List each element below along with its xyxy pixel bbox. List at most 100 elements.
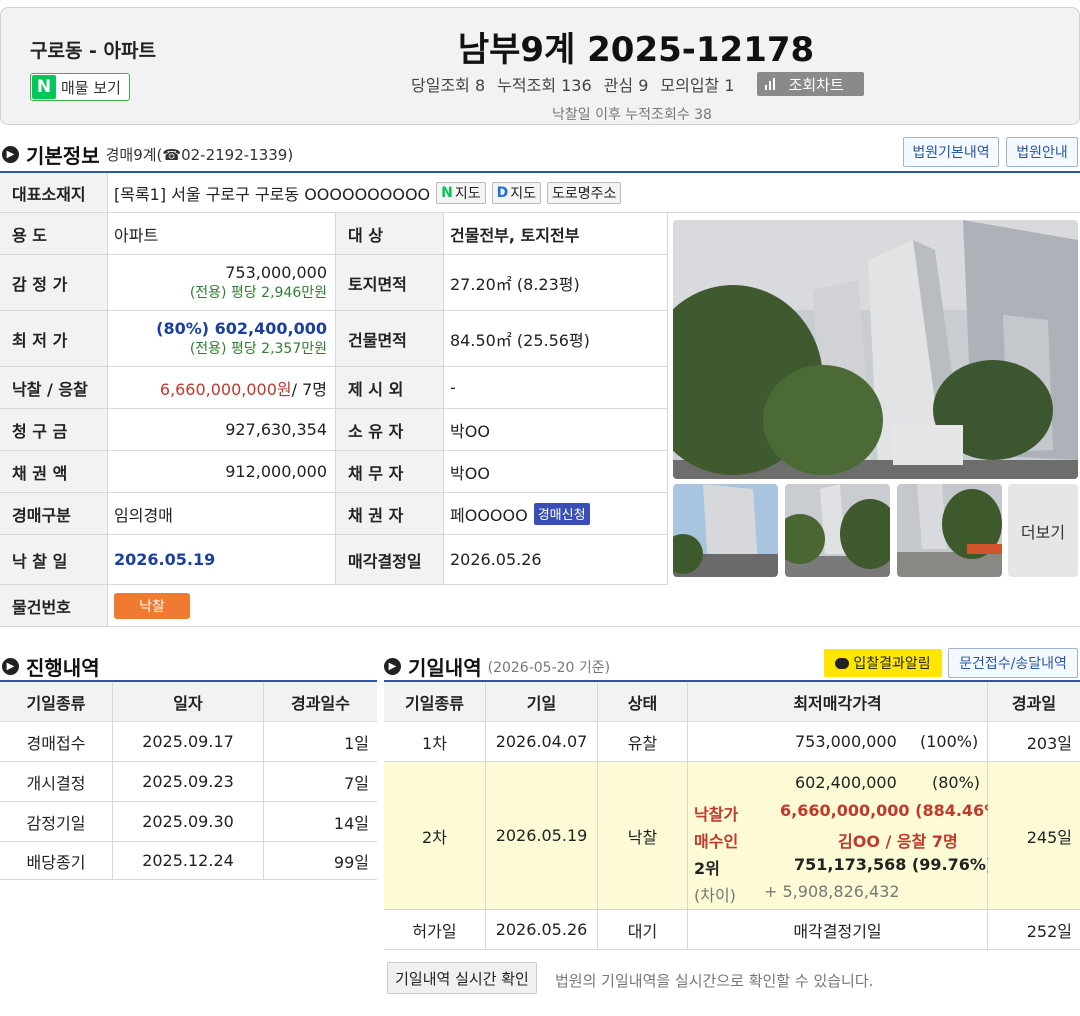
progress-row-4-days: 99일 [264,842,377,880]
realtime-dates-note: 법원의 기일내역을 실시간으로 확인할 수 있습니다. [555,972,874,990]
case-title: 남부9계 2025-12178 [457,30,815,70]
daum-map-button[interactable]: D 지도 [491,181,542,204]
property-thumb-1[interactable] [673,484,778,577]
naver-icon: N [32,75,56,99]
dates-header-date: 기일 [486,682,598,722]
second-place-label: 2위 [694,859,720,878]
docs-delivery-button[interactable]: 문건접수/송달내역 [948,648,1078,678]
dates-header-round: 기일종류 [384,682,486,722]
winning-cell: 6,660,000,000원 / 7명 [108,367,336,409]
dates-header-price: 최저매각가격 [688,682,988,722]
main-property-photo[interactable] [673,220,1078,479]
daum-map-label: 지도 [510,185,537,202]
property-thumb-2[interactable] [785,484,890,577]
basic-info-heading: ▶ 기본정보 경매9계(☎02-2192-1339) [2,140,293,169]
naver-map-button[interactable]: N 지도 [436,181,486,204]
total-views: 누적조회 136 [497,76,592,95]
bid-result-alert-button[interactable]: 입찰결과알림 [824,649,942,677]
auction-type-label: 경매구분 [0,493,108,535]
daum-map-icon: D [496,184,509,201]
basic-info-title: 기본정보 [26,144,100,168]
naver-listing-button[interactable]: N 매물 보기 [30,73,130,101]
bar-chart-icon [764,78,777,90]
auction-type-value: 임의경매 [108,493,336,535]
court-dept: 경매9계(☎02-2192-1339) [105,146,294,164]
progress-row-3-days: 14일 [264,802,377,842]
naver-map-icon: N [441,184,453,201]
dates-row-2-date: 2026.05.19 [486,762,598,910]
appraisal-label: 감 정 가 [0,255,108,311]
dates-title: 기일내역 [408,656,482,680]
debtor-label: 채 무 자 [336,451,444,493]
progress-row-2-days: 7일 [264,762,377,802]
dates-row-1-round: 1차 [384,722,486,762]
view-chart-label: 조회차트 [788,75,844,94]
more-photos-button[interactable]: 더보기 [1008,484,1078,577]
min-price-per-pyeong: (전용) 평당 2,357만원 [189,341,327,357]
debtor-value: 박OO [444,451,668,493]
dates-heading: ▶ 기일내역 (2026-05-20 기준) [384,652,610,681]
naver-listing-label: 매물 보기 [61,78,121,97]
dates-header-status: 상태 [598,682,688,722]
excluded-label: 제 시 외 [336,367,444,409]
dates-row-2-round: 2차 [384,762,486,910]
dates-header-days: 경과일 [988,682,1080,722]
second-place-value: 751,173,568 (99.76%) [794,855,994,874]
dates-row-1-date: 2026.04.07 [486,722,598,762]
difference-value: + 5,908,826,432 [764,882,900,901]
difference-label: (차이) [694,886,736,905]
realtime-dates-button[interactable]: 기일내역 실시간 확인 [387,962,537,994]
dates-row-2-status: 낙찰 [598,762,688,910]
creditor-value: 페OOOOO [450,505,528,525]
winning-bid-value: 6,660,000,000 (884.46%) [780,801,1008,820]
interest-count: 관심 9 [603,76,649,95]
speech-bubble-icon [835,657,850,669]
appraisal-per-pyeong: (전용) 평당 2,946만원 [189,285,327,301]
mock-bid-count: 모의입찰 1 [660,76,735,95]
bullet-arrow-icon: ▶ [2,658,19,675]
address-row: [목록1] 서울 구로구 구로동 OOOOOOOOOO N 지도 D 지도 도로명주… [108,173,1080,213]
item-status-button[interactable]: 낙찰 [114,592,190,619]
progress-row-1-date: 2025.09.17 [113,722,264,762]
land-area-label: 토지면적 [336,255,444,311]
decision-date-label: 매각결정일 [336,535,444,585]
progress-row-1-days: 1일 [264,722,377,762]
appraisal-value: 753,000,000 [225,263,327,282]
appraisal-cell: 753,000,000 (전용) 평당 2,946만원 [108,255,336,311]
creditor-label: 채 권 자 [336,493,444,535]
thumb-2-image [785,484,890,577]
item-no-cell: 낙찰 [108,585,1080,627]
progress-header-date: 일자 [113,682,264,722]
progress-header-type: 기일종류 [0,682,113,722]
min-price-cell: (80%) 602,400,000 (전용) 평당 2,357만원 [108,311,336,367]
address-label: 대표소재지 [0,173,108,213]
owner-label: 소 유 자 [336,409,444,451]
progress-heading: ▶ 진행내역 [2,652,106,681]
sale-date-value: 2026.05.19 [108,535,336,585]
property-thumb-3[interactable] [897,484,1002,577]
target-value: 건물전부, 토지전부 [444,213,668,255]
dates-row-1-price: 753,000,000 [795,732,897,751]
debt-value: 912,000,000 [108,451,336,493]
view-chart-button[interactable]: 조회차트 [756,72,864,96]
usage-value: 아파트 [108,213,336,255]
building-photo-image [673,220,1078,479]
dates-row-3-days: 252일 [988,910,1080,950]
debt-label: 채 권 액 [0,451,108,493]
excluded-value: - [444,367,668,409]
dates-row-2-price: 602,400,000 [795,773,897,792]
dates-row-2-days: 245일 [988,762,1080,910]
dates-row-1-pct: (100%) [920,732,979,751]
road-address-button[interactable]: 도로명주소 [547,181,622,204]
building-area-value: 84.50㎡ (25.56평) [444,311,668,367]
case-header: 구로동 - 아파트 N 매물 보기 남부9계 2025-12178 당일조회 8… [0,7,1080,125]
winning-label: 낙찰 / 응찰 [0,367,108,409]
owner-value: 박OO [444,409,668,451]
dates-row-2-pct: (80%) [932,773,981,792]
progress-row-2-date: 2025.09.23 [113,762,264,802]
court-basic-button[interactable]: 법원기본내역 [903,137,999,167]
progress-row-4-date: 2025.12.24 [113,842,264,880]
court-guide-button[interactable]: 법원안내 [1006,137,1078,167]
item-no-label: 물건번호 [0,585,108,627]
min-price-value: (80%) 602,400,000 [156,319,327,338]
